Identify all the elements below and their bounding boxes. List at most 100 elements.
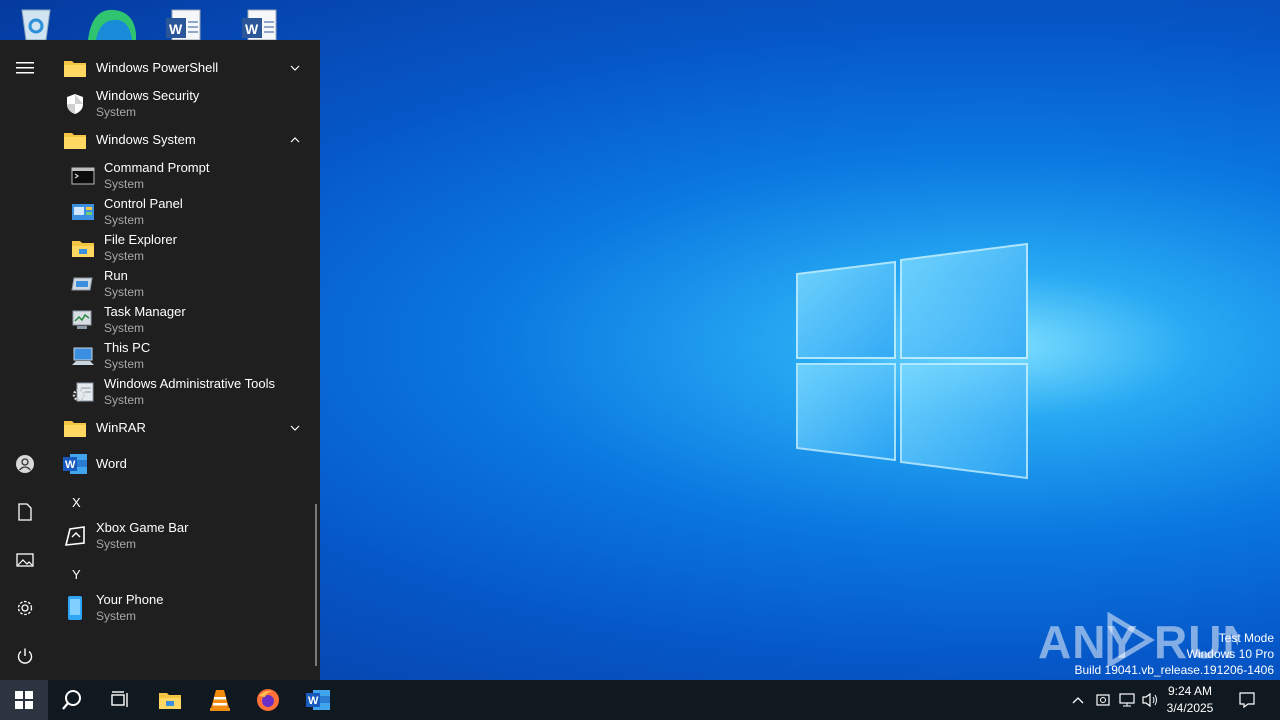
app-list: Windows PowerShell Windows Security Syst… [50, 40, 320, 680]
app-control-panel[interactable]: Control Panel System [50, 194, 312, 230]
app-category: System [96, 537, 137, 551]
svg-text:W: W [65, 459, 76, 471]
hamburger-menu-button[interactable] [0, 44, 50, 92]
pictures-button[interactable] [0, 536, 50, 584]
vlc-icon [210, 690, 230, 711]
notification-icon [1239, 692, 1255, 709]
windows-logo-wallpaper [795, 240, 1030, 480]
word-document-icon[interactable]: W [164, 4, 204, 41]
app-xbox-game-bar[interactable]: Xbox Game Bar System [50, 518, 312, 554]
test-mode-watermark: Test Mode Windows 10 Pro Build 19041.vb_… [1075, 630, 1275, 678]
command-prompt-icon [70, 163, 96, 189]
windows-icon [15, 691, 33, 709]
shield-icon [62, 91, 88, 117]
app-name: Windows Administrative Tools [104, 376, 275, 391]
app-name: Xbox Game Bar [96, 520, 189, 535]
chevron-down-icon [290, 425, 300, 431]
taskbar: W 9:24 AM 3/4/2025 [0, 680, 1280, 720]
app-category: System [96, 105, 137, 119]
app-category: System [104, 177, 145, 191]
run-icon [70, 271, 96, 297]
letter-header-y[interactable]: Y [72, 567, 81, 582]
app-command-prompt[interactable]: Command Prompt System [50, 158, 312, 194]
firefox-icon [257, 689, 279, 711]
folder-icon [62, 55, 88, 81]
word-icon: W [62, 451, 88, 477]
desktop-icons: W W [0, 0, 320, 42]
app-folder-windows-system[interactable]: Windows System [50, 122, 312, 158]
start-menu: Windows PowerShell Windows Security Syst… [0, 40, 320, 680]
folder-icon [62, 127, 88, 153]
document-icon [18, 503, 32, 521]
clock[interactable]: 9:24 AM 3/4/2025 [1160, 683, 1220, 717]
taskbar-word[interactable]: W [294, 680, 342, 720]
svg-text:W: W [169, 21, 183, 37]
chevron-up-icon [290, 137, 300, 143]
taskbar-file-explorer[interactable] [146, 680, 194, 720]
taskbar-firefox[interactable] [244, 680, 292, 720]
recycle-bin-icon[interactable] [16, 4, 56, 41]
admin-tools-icon [70, 379, 96, 405]
settings-button[interactable] [0, 584, 50, 632]
app-name: WinRAR [96, 420, 146, 435]
app-file-explorer[interactable]: File Explorer System [50, 230, 312, 266]
app-name: File Explorer [104, 232, 177, 247]
control-panel-icon [70, 199, 96, 225]
clock-date: 3/4/2025 [1166, 701, 1214, 715]
power-button[interactable] [0, 632, 50, 680]
taskbar-vlc[interactable] [196, 680, 244, 720]
app-name: Windows Security [96, 88, 200, 103]
search-button[interactable] [48, 680, 96, 720]
task-view-icon [111, 691, 128, 707]
word-document-icon[interactable]: W [240, 4, 280, 41]
folder-icon [62, 415, 88, 441]
account-button[interactable] [0, 440, 50, 488]
tray-app-button[interactable] [1093, 690, 1113, 710]
network-icon [1119, 693, 1135, 707]
app-category: System [104, 321, 145, 335]
edge-icon[interactable] [88, 4, 136, 40]
app-run[interactable]: Run System [50, 266, 312, 302]
app-category: System [104, 357, 145, 371]
power-icon [17, 648, 33, 664]
xbox-game-bar-icon [62, 523, 88, 549]
app-name: Command Prompt [104, 160, 210, 175]
app-list-scrollbar[interactable] [315, 504, 317, 666]
app-category: System [104, 393, 145, 407]
documents-button[interactable] [0, 488, 50, 536]
volume-button[interactable] [1141, 690, 1161, 710]
network-button[interactable] [1117, 690, 1137, 710]
app-name: Word [96, 456, 127, 471]
start-button[interactable] [0, 680, 48, 720]
app-name: Run [104, 268, 128, 283]
watermark-line-3: Build 19041.vb_release.191206-1406 [1074, 663, 1275, 677]
letter-header-x[interactable]: X [72, 495, 81, 510]
app-folder-windows-powershell[interactable]: Windows PowerShell [50, 50, 312, 86]
app-folder-winrar[interactable]: WinRAR [50, 410, 312, 446]
volume-icon [1142, 692, 1157, 708]
app-category: System [104, 213, 145, 227]
app-windows-administrative-tools[interactable]: Windows Administrative Tools System [50, 374, 312, 410]
action-center-button[interactable] [1237, 690, 1257, 710]
app-this-pc[interactable]: This PC System [50, 338, 312, 374]
svg-text:W: W [245, 21, 259, 37]
hamburger-icon [16, 62, 34, 74]
word-icon: W [306, 690, 330, 710]
chevron-up-icon [1072, 697, 1084, 704]
app-name: Windows PowerShell [96, 60, 219, 75]
task-view-button[interactable] [96, 680, 144, 720]
app-your-phone[interactable]: Your Phone System [50, 590, 312, 626]
clock-time: 9:24 AM [1167, 684, 1213, 698]
search-icon [62, 690, 81, 710]
svg-text:W: W [308, 695, 319, 707]
show-hidden-icons-button[interactable] [1068, 690, 1088, 710]
app-word[interactable]: W Word [50, 446, 312, 482]
app-name: Windows System [96, 132, 196, 147]
app-windows-security[interactable]: Windows Security System [50, 86, 312, 122]
user-icon [16, 455, 34, 473]
task-manager-icon [70, 307, 96, 333]
watermark-line-1: Test Mode [1218, 631, 1274, 645]
app-task-manager[interactable]: Task Manager System [50, 302, 312, 338]
app-category: System [104, 285, 145, 299]
computer-icon [70, 343, 96, 369]
